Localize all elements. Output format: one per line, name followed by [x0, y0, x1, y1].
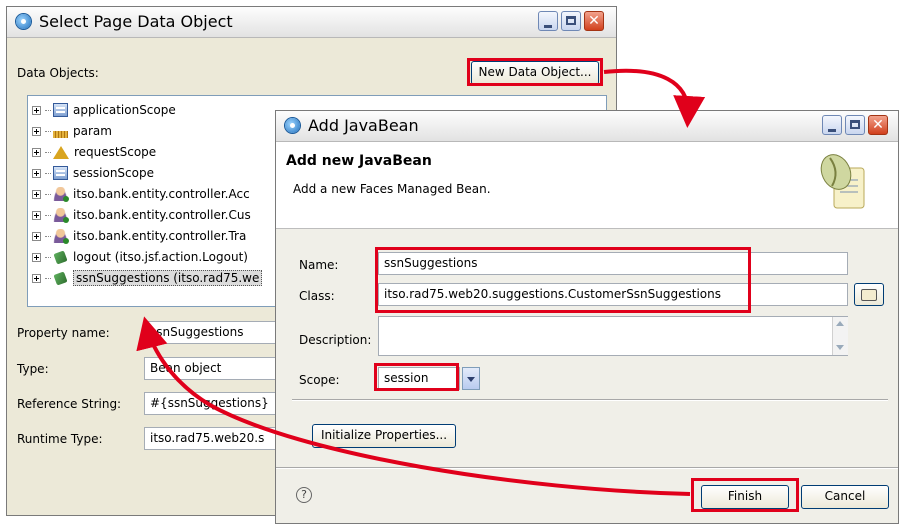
dialog-app-icon — [16, 14, 31, 29]
jsf-bean-icon — [53, 271, 68, 286]
scope-icon — [53, 166, 68, 180]
tree-item[interactable]: sessionScope — [32, 163, 154, 183]
expand-icon[interactable] — [32, 147, 41, 157]
chevron-down-icon — [467, 377, 475, 382]
expand-icon[interactable] — [32, 210, 41, 220]
reference-string-label: Reference String: — [17, 397, 122, 411]
minimize-button[interactable] — [538, 11, 558, 31]
scope-label: Scope: — [299, 373, 340, 387]
wizard-header-description: Add a new Faces Managed Bean. — [293, 182, 491, 196]
help-icon[interactable]: ? — [296, 487, 312, 503]
scroll-up-icon[interactable] — [836, 321, 844, 326]
bean-icon — [53, 229, 69, 244]
scroll-down-icon[interactable] — [836, 345, 844, 350]
scope-icon — [53, 103, 68, 117]
minimize-button[interactable] — [822, 115, 842, 135]
bean-icon — [53, 187, 69, 202]
javabean-dialog-titlebar[interactable]: Add JavaBean ✕ — [276, 111, 898, 142]
class-label: Class: — [299, 289, 335, 303]
wizard-header-title: Add new JavaBean — [286, 153, 432, 169]
close-button[interactable]: ✕ — [584, 11, 604, 31]
tree-item[interactable]: itso.bank.entity.controller.Cus — [32, 205, 251, 225]
dialog-app-icon — [285, 118, 300, 133]
request-scope-icon — [53, 145, 69, 159]
tree-item[interactable]: applicationScope — [32, 100, 176, 120]
expand-icon[interactable] — [32, 252, 41, 262]
expand-icon[interactable] — [32, 231, 41, 241]
param-icon — [53, 130, 68, 138]
select-dialog-titlebar[interactable]: Select Page Data Object ✕ — [7, 7, 616, 38]
maximize-button[interactable] — [561, 11, 581, 31]
close-button[interactable]: ✕ — [868, 115, 888, 135]
javabean-dialog-title: Add JavaBean — [308, 116, 419, 135]
finish-button[interactable]: Finish — [701, 485, 789, 509]
bean-icon — [53, 208, 69, 223]
scope-select[interactable]: session — [378, 367, 460, 390]
select-dialog-title: Select Page Data Object — [39, 12, 233, 31]
java-bean-icon — [816, 150, 872, 214]
initialize-properties-button[interactable]: Initialize Properties... — [312, 424, 456, 448]
name-label: Name: — [299, 258, 339, 272]
class-input[interactable]: itso.rad75.web20.suggestions.CustomerSsn… — [378, 283, 848, 306]
tree-item[interactable]: logout (itso.jsf.action.Logout) — [32, 247, 248, 267]
new-data-object-button[interactable]: New Data Object... — [471, 61, 599, 85]
tree-item[interactable]: requestScope — [32, 142, 156, 162]
type-label: Type: — [17, 362, 49, 376]
description-scrollbar[interactable] — [832, 317, 848, 355]
description-textarea[interactable] — [378, 316, 848, 356]
add-javabean-dialog: Add JavaBean ✕ Add new JavaBean Add a ne… — [275, 110, 899, 524]
maximize-button[interactable] — [845, 115, 865, 135]
expand-icon[interactable] — [32, 168, 41, 178]
expand-icon[interactable] — [32, 189, 41, 199]
browse-class-button[interactable] — [854, 283, 884, 306]
jsf-bean-icon — [53, 250, 68, 265]
expand-icon[interactable] — [32, 126, 41, 136]
footer-separator — [276, 467, 898, 469]
expand-icon[interactable] — [32, 273, 41, 283]
expand-icon[interactable] — [32, 105, 41, 115]
name-input[interactable]: ssnSuggestions — [378, 252, 848, 275]
wizard-header-banner: Add new JavaBean Add a new Faces Managed… — [276, 142, 898, 229]
book-icon — [861, 288, 877, 301]
tree-item-selected[interactable]: ssnSuggestions (itso.rad75.we — [32, 268, 263, 288]
section-separator — [292, 399, 888, 401]
property-name-label: Property name: — [17, 326, 110, 340]
runtime-type-label: Runtime Type: — [17, 432, 103, 446]
tree-item[interactable]: itso.bank.entity.controller.Acc — [32, 184, 250, 204]
description-label: Description: — [299, 333, 372, 347]
scope-dropdown-button[interactable] — [462, 367, 480, 390]
tree-item[interactable]: param — [32, 121, 112, 141]
cancel-button[interactable]: Cancel — [801, 485, 889, 509]
tree-item[interactable]: itso.bank.entity.controller.Tra — [32, 226, 246, 246]
data-objects-label: Data Objects: — [17, 66, 99, 80]
